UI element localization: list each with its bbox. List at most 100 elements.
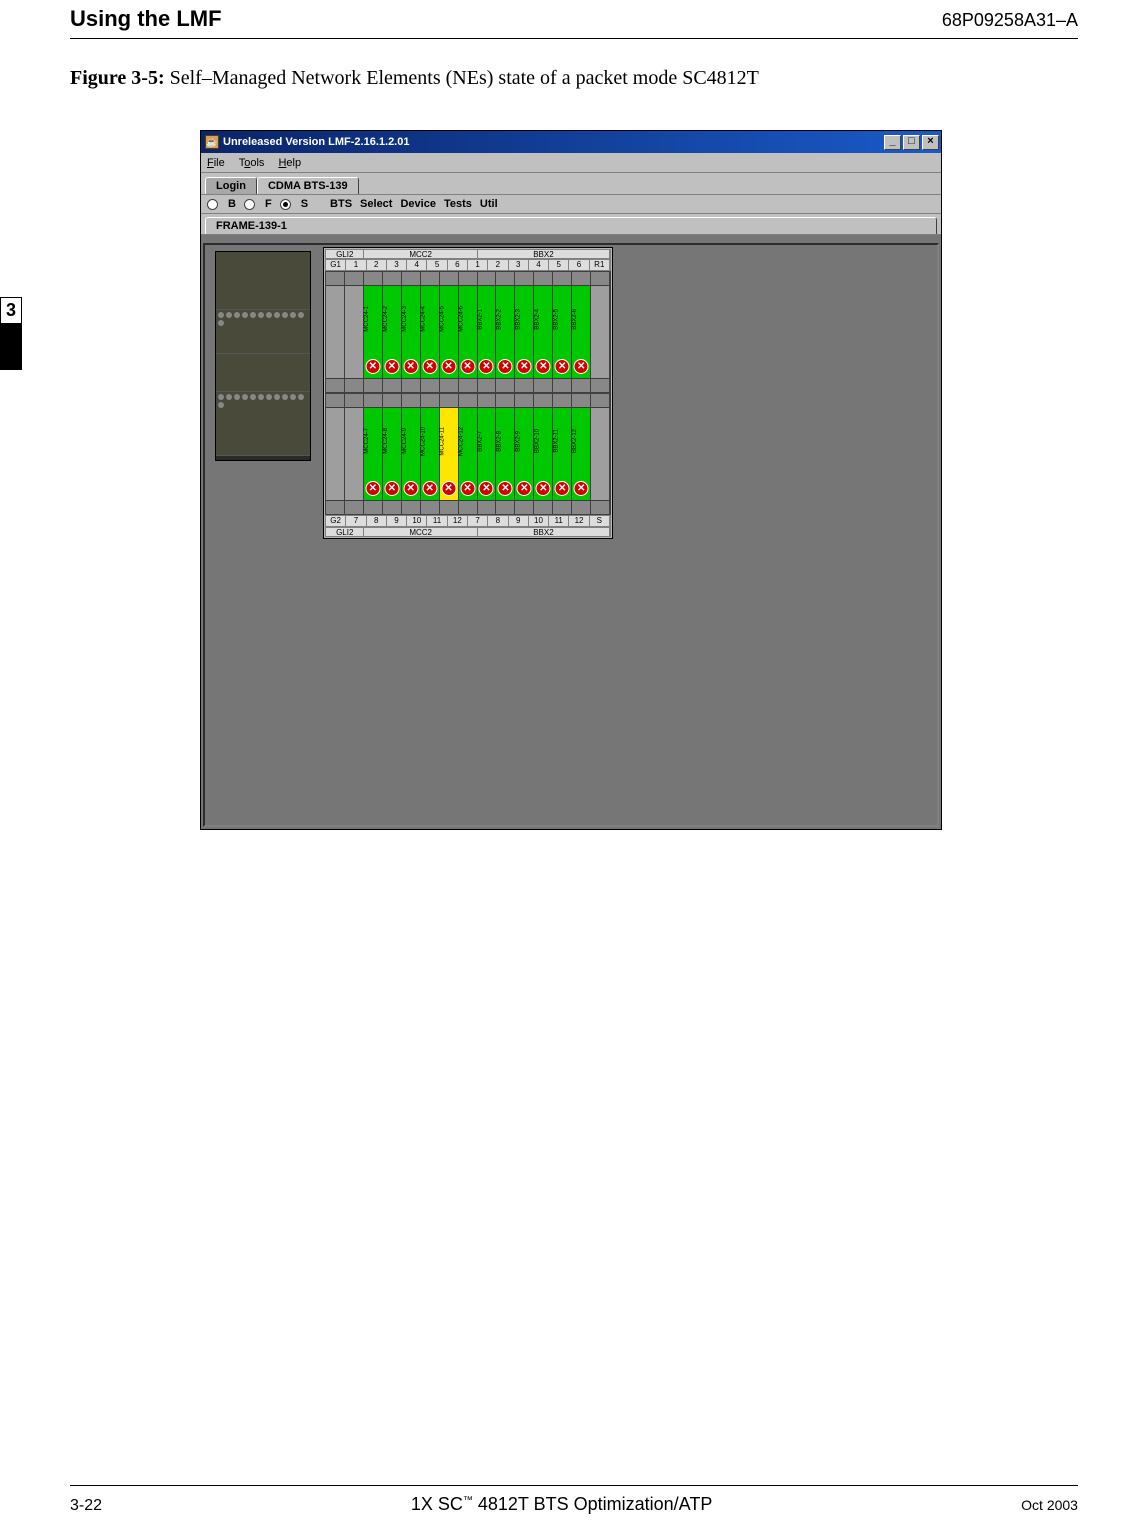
figure-label: Figure 3-5: xyxy=(70,67,165,89)
card-label: MCC24-2 xyxy=(383,294,401,344)
card-slot[interactable]: MCC24-11✕ xyxy=(440,394,459,514)
card-bottom-notch xyxy=(591,378,609,392)
card-bottom-notch xyxy=(478,500,496,514)
card-slot[interactable]: MCC24-1✕ xyxy=(364,272,383,392)
toolbar-bts[interactable]: BTS xyxy=(330,198,352,210)
card-slot[interactable]: MCC24-7✕ xyxy=(364,394,383,514)
toolbar-tests[interactable]: Tests xyxy=(444,198,472,210)
card-bottom-notch xyxy=(345,500,363,514)
toolbar-device[interactable]: Device xyxy=(400,198,435,210)
card-slot[interactable]: BBX2-10✕ xyxy=(534,394,553,514)
card-slot[interactable]: BBX2-2✕ xyxy=(496,272,515,392)
menu-tools[interactable]: Tools xyxy=(239,157,265,169)
card-slot[interactable]: MCC24-8✕ xyxy=(383,394,402,514)
slot-number-cell: 5 xyxy=(549,260,569,270)
card-slot[interactable]: MCC24-9 ✕ xyxy=(402,394,421,514)
status-error-icon: ✕ xyxy=(441,359,456,374)
status-error-icon: ✕ xyxy=(574,359,589,374)
minimize-button[interactable]: _ xyxy=(884,135,901,150)
card-bottom-notch xyxy=(345,378,363,392)
tab-login[interactable]: Login xyxy=(205,177,257,194)
card-slot[interactable] xyxy=(326,272,345,392)
card-top-notch xyxy=(421,272,439,286)
label-gli2-top: GLI2 xyxy=(326,250,364,258)
book-title: 1X SC™ 4812T BTS Optimization/ATP xyxy=(411,1494,712,1515)
radio-f[interactable] xyxy=(244,199,255,210)
card-bottom-notch xyxy=(478,378,496,392)
card-top-notch xyxy=(553,394,571,408)
section-labels-top: GLI2 MCC2 BBX2 xyxy=(325,249,611,259)
card-bottom-notch xyxy=(591,500,609,514)
card-slot[interactable]: BBX2-8✕ xyxy=(496,394,515,514)
tab-frame[interactable]: FRAME-139-1 xyxy=(205,217,937,234)
card-slot[interactable]: BBX2-11✕ xyxy=(553,394,572,514)
status-error-icon: ✕ xyxy=(574,481,589,496)
card-label: MCC24-4 xyxy=(421,294,439,344)
status-error-icon: ✕ xyxy=(498,481,513,496)
card-slot[interactable]: BBX2-12✕ xyxy=(572,394,591,514)
slot-number-cell: 4 xyxy=(529,260,549,270)
radio-s-label: S xyxy=(301,198,308,210)
tab-cdma-bts[interactable]: CDMA BTS-139 xyxy=(257,177,359,194)
card-slot[interactable]: MCC24-3✕ xyxy=(402,272,421,392)
header-doc-id: 68P09258A31–A xyxy=(942,10,1078,31)
card-label: BBX2-4 xyxy=(534,294,552,344)
status-error-icon: ✕ xyxy=(536,359,551,374)
card-label: MCC24-7 xyxy=(364,416,382,466)
status-error-icon: ✕ xyxy=(403,481,418,496)
card-slot[interactable]: BBX2-7✕ xyxy=(478,394,497,514)
card-bottom-notch xyxy=(459,378,477,392)
card-slot[interactable]: BBX2-4 ✕ xyxy=(534,272,553,392)
card-slot[interactable] xyxy=(591,394,610,514)
lmf-app-window: ☕ Unreleased Version LMF-2.16.1.2.01 _ □… xyxy=(200,130,942,830)
status-error-icon: ✕ xyxy=(517,359,532,374)
main-tab-row: Login CDMA BTS-139 xyxy=(201,173,941,195)
card-slot[interactable]: MCC24-10✕ xyxy=(421,394,440,514)
menu-help[interactable]: Help xyxy=(278,157,301,169)
card-slot[interactable]: MCC24-12✕ xyxy=(459,394,478,514)
status-error-icon: ✕ xyxy=(555,359,570,374)
slot-number-cell: 3 xyxy=(509,260,529,270)
slot-number-cell: 6 xyxy=(569,260,589,270)
label-bbx2-bottom: BBX2 xyxy=(478,528,610,536)
card-slot[interactable] xyxy=(591,272,610,392)
card-bottom-notch xyxy=(496,500,514,514)
card-bottom-notch xyxy=(534,378,552,392)
radio-b[interactable] xyxy=(207,199,218,210)
card-slot[interactable] xyxy=(345,272,364,392)
card-slot[interactable] xyxy=(345,394,364,514)
radio-s[interactable] xyxy=(280,199,291,210)
card-top-notch xyxy=(572,394,590,408)
caption-buttons: _ □ × xyxy=(884,135,941,150)
card-slot[interactable]: MCC24-2✕ xyxy=(383,272,402,392)
menu-file[interactable]: File xyxy=(207,157,225,169)
card-slot[interactable]: MCC24-5✕ xyxy=(440,272,459,392)
card-slot[interactable]: MCC24-6✕ xyxy=(459,272,478,392)
card-slot[interactable]: MCC24-4 ✕ xyxy=(421,272,440,392)
label-mcc2-top: MCC2 xyxy=(364,250,477,258)
card-top-notch xyxy=(572,272,590,286)
status-error-icon: ✕ xyxy=(460,481,475,496)
status-error-icon: ✕ xyxy=(384,481,399,496)
radio-b-label: B xyxy=(228,198,236,210)
card-top-notch xyxy=(496,272,514,286)
card-label: BBX2-11 xyxy=(553,416,571,466)
status-error-icon: ✕ xyxy=(422,359,437,374)
status-error-icon: ✕ xyxy=(422,481,437,496)
card-slot[interactable] xyxy=(326,394,345,514)
card-slot[interactable]: BBX2-3✕ xyxy=(515,272,534,392)
card-slot[interactable]: BBX2-9✕ xyxy=(515,394,534,514)
slot-number-cell: 8 xyxy=(367,516,387,526)
toolbar-select[interactable]: Select xyxy=(360,198,392,210)
toolbar-util[interactable]: Util xyxy=(480,198,498,210)
app-icon: ☕ xyxy=(205,135,219,149)
status-error-icon: ✕ xyxy=(536,481,551,496)
card-top-notch xyxy=(515,394,533,408)
card-slot[interactable]: BBX2-1✕ xyxy=(478,272,497,392)
card-slot[interactable]: BBX2-5✕ xyxy=(553,272,572,392)
maximize-button[interactable]: □ xyxy=(903,135,920,150)
close-button[interactable]: × xyxy=(922,135,939,150)
card-slot[interactable]: BBX2-6✕ xyxy=(572,272,591,392)
card-label: MCC24-9 xyxy=(402,416,420,466)
card-top-notch xyxy=(591,394,609,408)
